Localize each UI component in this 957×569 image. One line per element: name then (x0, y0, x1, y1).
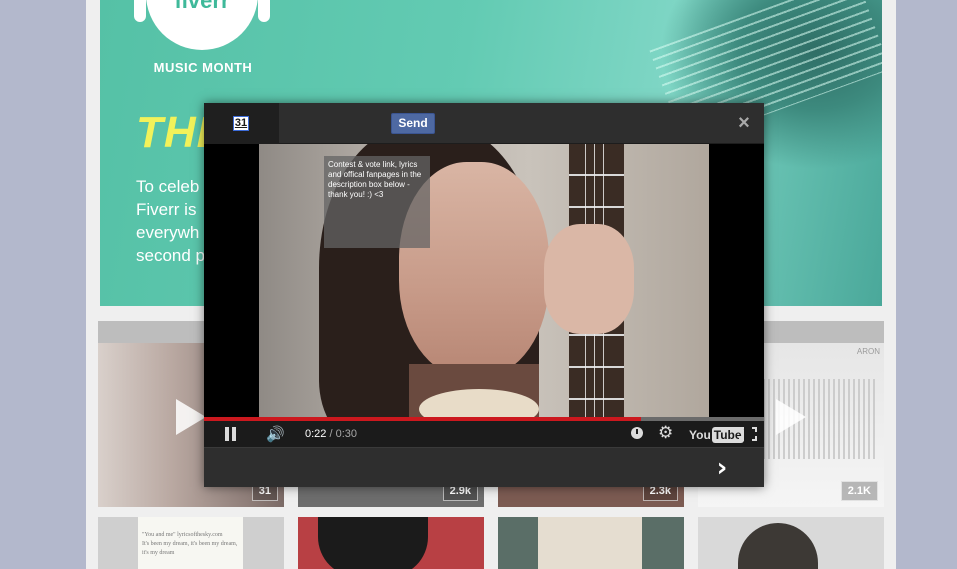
player-controls: 🔊 0:22 / 0:30 ⚙ You Tube (204, 421, 764, 447)
gear-icon[interactable]: ⚙ (658, 423, 676, 443)
close-icon[interactable]: × (735, 113, 753, 133)
chevron-right-icon[interactable]: › (712, 455, 732, 481)
play-icon[interactable] (176, 399, 206, 435)
video-thumbnail[interactable] (698, 517, 884, 569)
fullscreen-icon[interactable] (739, 427, 757, 441)
thumbnail-image (738, 523, 818, 569)
lightbox-header: 31 Send × (204, 103, 764, 144)
video-lightbox: 31 Send × Contest & vote link, lyrics an… (204, 103, 764, 487)
video-annotation[interactable]: Contest & vote link, lyrics and offical … (324, 156, 430, 248)
youtube-logo-you: You (689, 428, 711, 442)
video-thumbnail[interactable]: "You and me" lyricsofthesky.com It's bee… (98, 517, 284, 569)
headphone-right-icon (258, 0, 270, 22)
video-player[interactable]: Contest & vote link, lyrics and offical … (204, 144, 764, 417)
video-thumbnail[interactable] (498, 517, 684, 569)
video-image-hand (544, 224, 634, 334)
send-button[interactable]: Send (391, 113, 435, 134)
lyrics-note-image: "You and me" lyricsofthesky.com It's bee… (138, 517, 243, 569)
thumbnail-watermark: ARON (856, 347, 880, 356)
clock-icon[interactable] (631, 427, 643, 439)
volume-icon[interactable]: 🔊 (266, 424, 288, 444)
time-display: 0:22 / 0:30 (305, 427, 357, 441)
lightbox-footer: › (204, 447, 764, 487)
thumbnail-image (538, 517, 642, 569)
banner-subtitle: MUSIC MONTH (153, 60, 253, 75)
video-frame[interactable]: Contest & vote link, lyrics and offical … (259, 144, 709, 417)
time-separator: / (326, 428, 336, 440)
vote-count-badge: 2.1K (840, 481, 878, 501)
thumbnail-image (318, 517, 428, 569)
vote-count-tab: 31 (204, 103, 279, 144)
pause-icon[interactable] (224, 427, 238, 441)
current-time: 0:22 (305, 428, 327, 440)
fiverr-logo-text: fiverr (174, 0, 230, 13)
headphone-left-icon (134, 0, 146, 22)
youtube-logo[interactable]: You Tube (689, 426, 744, 443)
play-icon[interactable] (776, 399, 806, 435)
vote-count[interactable]: 31 (233, 116, 249, 131)
video-thumbnail[interactable] (298, 517, 484, 569)
duration: 0:30 (335, 428, 358, 440)
